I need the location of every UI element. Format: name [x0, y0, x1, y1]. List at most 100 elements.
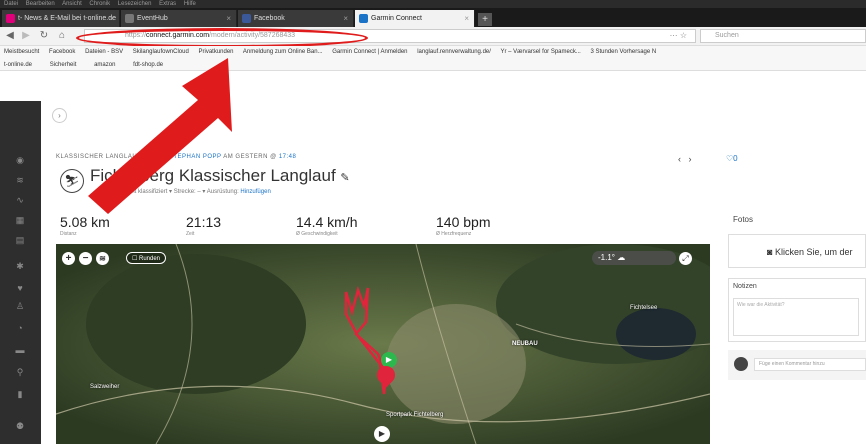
close-icon[interactable]: × — [226, 10, 231, 27]
bookmark-item[interactable]: amazon — [94, 62, 115, 68]
temperature: -1.1° — [598, 253, 615, 262]
eventhub-icon — [125, 14, 134, 23]
add-photo-button[interactable]: ◙ Klicken Sie, um der — [728, 234, 866, 268]
bookmark-item[interactable]: Anmeldung zum Online Ban... — [243, 49, 323, 55]
forward-arrow-icon[interactable]: ▶ — [20, 29, 32, 43]
map-label: Fichtelsee — [630, 305, 658, 311]
location-icon[interactable]: ⚲ — [14, 367, 26, 377]
browser-menu-bar: Datei Bearbeiten Ansicht Chronik Lesezei… — [0, 0, 866, 8]
edit-icon[interactable]: ✎ — [340, 172, 349, 184]
menu-datei[interactable]: Datei — [4, 1, 18, 7]
tab-label: EventHub — [137, 15, 168, 22]
menu-hilfe[interactable]: Hilfe — [184, 1, 196, 7]
menu-bearbeiten[interactable]: Bearbeiten — [26, 1, 55, 7]
timer-icon[interactable]: ◔ — [14, 323, 26, 333]
calendar-icon[interactable]: ▦ — [14, 215, 26, 225]
bookmark-item[interactable]: Sicherheit — [50, 62, 77, 68]
activity-title[interactable]: Fichtelberg Klassischer Langlauf — [90, 166, 336, 185]
tab-garmin-connect[interactable]: Garmin Connect × — [355, 10, 475, 27]
bookmark-item[interactable]: 3 Stunden Vorhersage N — [591, 49, 657, 55]
map-label: NEUBAU — [512, 341, 538, 347]
bookmark-star-icon[interactable]: ☆ — [680, 31, 687, 40]
stat-value: 14.4 km/h — [296, 214, 358, 230]
activity-icon[interactable]: ∿ — [14, 195, 26, 205]
map-layers-button[interactable]: ≋ — [96, 252, 109, 265]
stat-value: 140 bpm — [436, 214, 491, 230]
notes-input[interactable]: Wie war die Aktivität? — [733, 298, 859, 336]
reload-icon[interactable]: ↻ — [38, 29, 50, 43]
author-link[interactable]: STEPHAN POPP — [169, 154, 222, 160]
weather-icon: ☁ — [617, 253, 626, 262]
stat-value: 5.08 km — [60, 214, 110, 230]
bookmark-item[interactable]: SkilanglaufownCloud — [133, 49, 189, 55]
menu-chronik[interactable]: Chronik — [89, 1, 110, 7]
bookmark-item[interactable]: langlauf.rennverwaltung.de/ — [417, 49, 491, 55]
map-label: Salzweiher — [90, 384, 120, 390]
facebook-icon — [242, 14, 251, 23]
runden-label: Runden — [139, 256, 161, 262]
like-button[interactable]: ♡0 — [726, 154, 738, 163]
page-menu-icon[interactable]: ··· — [670, 31, 678, 40]
layers-icon[interactable]: ≋ — [14, 175, 26, 185]
tab-label: Facebook — [254, 15, 285, 22]
tab-tonline[interactable]: t- News & E-Mail bei t-online.de × — [2, 10, 120, 27]
close-icon[interactable]: × — [109, 10, 114, 27]
health-icon[interactable]: ♥ — [14, 283, 26, 293]
photo-button-label: Klicken Sie, um der — [774, 247, 853, 257]
zoom-out-button[interactable]: − — [79, 252, 92, 265]
menu-lesezeichen[interactable]: Lesezeichen — [118, 1, 152, 7]
runden-toggle[interactable]: ☐ Runden — [126, 252, 166, 264]
bookmark-item[interactable]: Privatkunden — [198, 49, 233, 55]
bookmark-item[interactable]: Meistbesucht — [4, 49, 39, 55]
training-icon[interactable]: ✱ — [14, 261, 26, 271]
close-icon[interactable]: × — [464, 10, 469, 27]
people-icon[interactable]: ⚉ — [14, 421, 26, 431]
tab-label: Garmin Connect — [371, 15, 422, 22]
cross-country-skiing-icon: ⛷ — [60, 169, 84, 193]
stat-distance: 5.08 km Distanz — [60, 214, 110, 237]
activity-meta-text[interactable]: Eventtyp: Nicht klassifiziert ▾ Strecke:… — [96, 189, 239, 195]
bookmark-item[interactable]: Facebook — [49, 49, 75, 55]
activity-map[interactable] — [56, 244, 710, 444]
add-gear-link[interactable]: Hinzufügen — [240, 189, 270, 195]
bookmark-item[interactable]: fdt-shop.de — [133, 62, 163, 68]
bookmark-item[interactable]: Yr – Værvarsel for Spameck... — [500, 49, 580, 55]
camera-icon: ◙ — [767, 247, 773, 257]
bookmarks-toolbar-2: t-online.de Sicherheit amazon fdt-shop.d… — [0, 59, 866, 71]
chart-icon[interactable]: ▮ — [14, 389, 26, 399]
search-input[interactable]: Suchen — [700, 29, 866, 43]
tab-label: t- News & E-Mail bei t-online.de — [18, 15, 117, 22]
tab-facebook[interactable]: Facebook × — [238, 10, 354, 27]
fotos-title: Fotos — [733, 215, 754, 224]
comment-input[interactable]: Füge einen Kommentar hinzu — [754, 358, 866, 371]
stats-icon[interactable]: ▬ — [14, 345, 26, 355]
person-icon[interactable]: ♙ — [14, 301, 26, 311]
menu-ansicht[interactable]: Ansicht — [62, 1, 82, 7]
reports-icon[interactable]: ▤ — [14, 235, 26, 245]
url-actions: ··· ☆ — [670, 30, 687, 42]
bookmark-item[interactable]: Garmin Connect | Anmelden — [332, 49, 407, 55]
bookmark-item[interactable]: Dateien - BSV — [85, 49, 123, 55]
new-tab-button[interactable]: + — [478, 13, 492, 26]
prev-activity-icon[interactable]: ‹ — [678, 154, 681, 164]
bookmark-item[interactable]: t-online.de — [4, 62, 32, 68]
stat-value: 21:13 — [186, 214, 222, 230]
tab-eventhub[interactable]: EventHub × — [121, 10, 237, 27]
home-icon[interactable]: ⌂ — [56, 29, 68, 43]
dashboard-icon[interactable]: ◉ — [14, 155, 26, 165]
activity-pager: ‹ › — [678, 154, 692, 164]
activity-time[interactable]: 17:48 — [279, 154, 297, 160]
weather-widget[interactable]: -1.1° ☁ — [592, 251, 676, 265]
back-button[interactable]: › — [52, 108, 67, 123]
back-arrow-icon[interactable]: ◀ — [4, 29, 16, 43]
fullscreen-button[interactable]: ⤢ — [679, 252, 692, 265]
activity-type[interactable]: KLASSISCHER LANGLAUF — [56, 154, 141, 160]
stat-label: Ø Geschwindigkeit — [296, 231, 338, 237]
menu-extras[interactable]: Extras — [159, 1, 176, 7]
next-activity-icon[interactable]: › — [689, 154, 692, 164]
zoom-in-button[interactable]: + — [62, 252, 75, 265]
play-button[interactable]: ▶ — [374, 426, 390, 442]
stat-time: 21:13 Zeit — [186, 214, 221, 237]
close-icon[interactable]: × — [343, 10, 348, 27]
breadcrumb-when: AM GESTERN @ — [223, 154, 277, 160]
